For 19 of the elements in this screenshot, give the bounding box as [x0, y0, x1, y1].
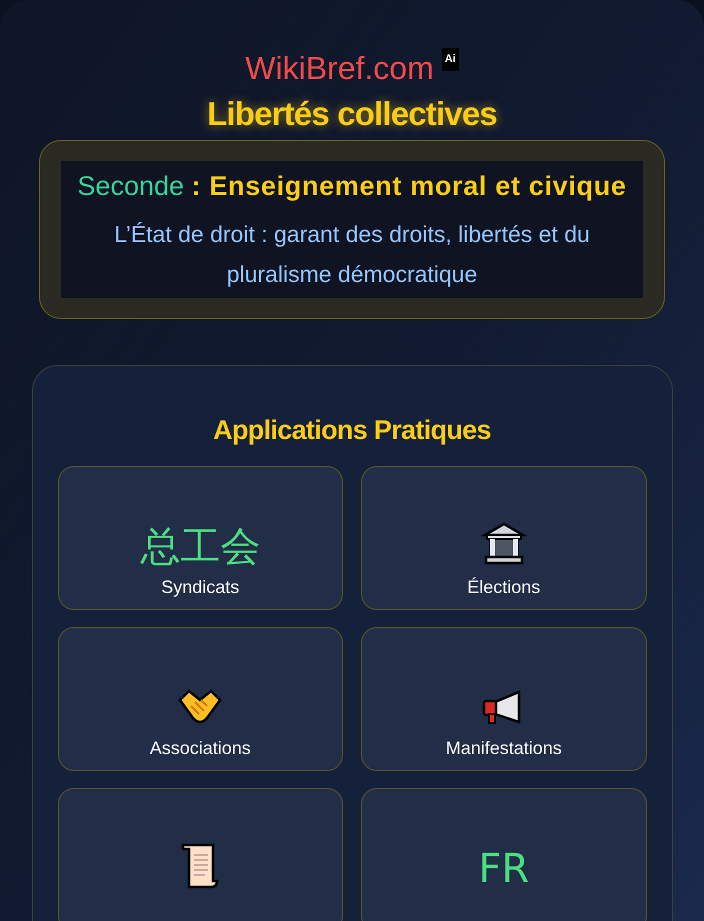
site-name[interactable]: WikiBref.com	[245, 46, 434, 90]
card-label: Élections	[467, 576, 540, 599]
card-label: Associations	[150, 737, 251, 760]
bank-icon	[480, 521, 527, 567]
application-card[interactable]: 总工会 Syndicats	[58, 466, 343, 610]
card-glyph: 总工会	[140, 527, 260, 567]
subject-heading: Seconde : Enseignement moral et civique	[76, 170, 628, 203]
ai-badge: Ai	[442, 48, 459, 70]
page-title: Libertés collectives	[207, 94, 497, 134]
card-glyph: FR	[478, 849, 530, 889]
application-card[interactable]: Élections	[361, 466, 646, 610]
card-label: Manifestations	[446, 737, 562, 760]
application-card[interactable]	[58, 788, 343, 921]
application-card[interactable]: Manifestations	[361, 627, 646, 771]
application-card[interactable]: Associations	[58, 627, 343, 771]
section-heading: Applications Pratiques	[213, 414, 491, 447]
subject-description: L’État de droit : garant des droits, libertés et du pluralisme démocratique	[113, 220, 591, 289]
card-label: Syndicats	[161, 576, 240, 599]
application-card[interactable]: FR	[361, 788, 646, 921]
